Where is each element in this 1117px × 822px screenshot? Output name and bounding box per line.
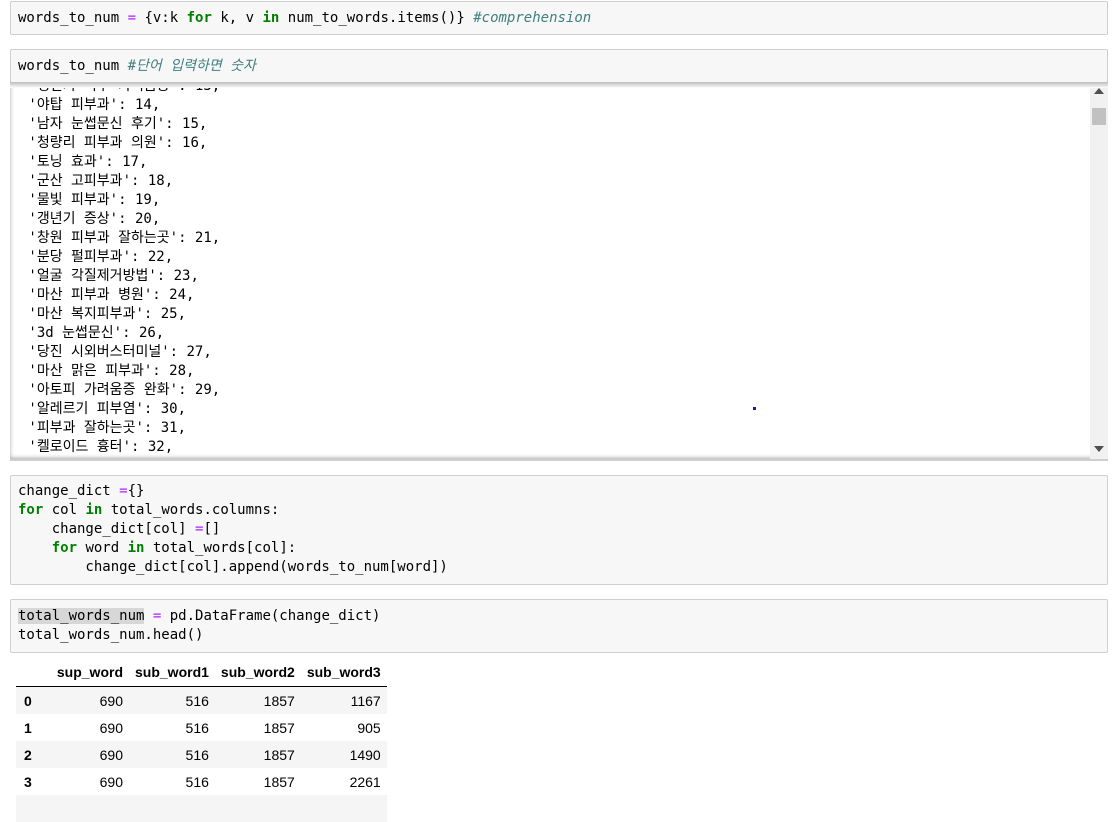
table-cell: 1490 — [349, 746, 381, 763]
table-row: 0 690 516 1857 1167 — [16, 686, 387, 714]
table-cell: 690 — [99, 773, 123, 790]
output-top-shadow — [10, 82, 1108, 88]
row-index: 1 — [24, 719, 32, 736]
table-row: 3 690 516 1857 2261 — [16, 768, 387, 795]
table-cell: 690 — [99, 719, 123, 736]
table-cell: 1857 — [263, 773, 295, 790]
code-line: words_to_num #단어 입력하면 숫자 — [18, 58, 256, 74]
cell-output-scroll-area[interactable]: '갱년기 피부 가려움증': 13, '야탑 피부과': 14, '남자 눈썹문… — [10, 84, 1108, 460]
table-cell: 1857 — [263, 719, 295, 736]
table-cell: 516 — [185, 773, 209, 790]
table-cell: 905 — [357, 719, 381, 736]
table-cell: 1167 — [350, 692, 381, 709]
table-row: 2 690 516 1857 1490 — [16, 741, 387, 768]
column-header: sup_word — [44, 658, 129, 687]
code-cell-dataframe[interactable]: total_words_num = pd.DataFrame(change_di… — [10, 599, 1108, 653]
table-cell: 2261 — [349, 773, 381, 790]
vertical-scrollbar[interactable] — [1090, 84, 1108, 460]
code-line: change_dict[col].append(words_to_num[wor… — [18, 559, 448, 575]
output-line: '군산 고피부과': 18, — [20, 173, 174, 189]
code-line: change_dict[col] =[] — [18, 521, 221, 537]
code-line: for word in total_words[col]: — [18, 540, 297, 556]
code-line: words_to_num = {v:k for k, v in num_to_w… — [18, 10, 592, 26]
table-cell: 516 — [185, 719, 209, 736]
index-header — [16, 658, 44, 687]
output-line: '알레르기 피부염': 30, — [20, 401, 187, 417]
scroll-up-arrow-icon[interactable] — [1094, 88, 1104, 94]
dataframe-table: sup_word sub_word1 sub_word2 sub_word3 0… — [16, 658, 387, 822]
code-cell-change-dict[interactable]: change_dict ={} for col in total_words.c… — [10, 475, 1108, 585]
code-line: change_dict ={} — [18, 483, 145, 499]
table-row-partial — [16, 795, 387, 822]
output-line: '마산 복지피부과': 25, — [20, 306, 187, 322]
code-cell-words-to-num[interactable]: words_to_num #단어 입력하면 숫자 — [10, 49, 1108, 83]
output-text: '갱년기 피부 가려움증': 13, '야탑 피부과': 14, '남자 눈썹문… — [20, 84, 220, 457]
output-divider — [10, 459, 1108, 461]
output-line: '켈로이드 흉터': 32, — [20, 439, 174, 455]
row-index: 3 — [24, 773, 32, 790]
output-line: '마산 맑은 피부과': 28, — [20, 363, 195, 379]
output-line: '남자 눈썹문신 후기': 15, — [20, 116, 208, 132]
table-row: 1 690 516 1857 905 — [16, 714, 387, 741]
output-line: '얼굴 각질제거방법': 23, — [20, 268, 199, 284]
table-cell: 690 — [99, 746, 123, 763]
output-line: '당진 시외버스터미널': 27, — [20, 344, 212, 360]
output-line: '마산 피부과 병원': 24, — [20, 287, 195, 303]
code-line: for col in total_words.columns: — [18, 502, 280, 518]
code-cell-comprehension[interactable]: words_to_num = {v:k for k, v in num_to_w… — [10, 1, 1108, 35]
output-line: '물빛 피부과': 19, — [20, 192, 161, 208]
cursor-dot — [753, 407, 756, 410]
output-line: '3d 눈썹문신': 26, — [20, 325, 165, 341]
output-line: '토닝 효과': 17, — [20, 154, 148, 170]
scrollbar-thumb[interactable] — [1092, 108, 1106, 125]
row-index: 2 — [24, 746, 32, 763]
table-cell: 1857 — [263, 692, 295, 709]
column-header: sub_word1 — [129, 658, 215, 687]
code-line: total_words_num = pd.DataFrame(change_di… — [18, 608, 381, 624]
table-cell: 1857 — [263, 746, 295, 763]
table-cell: 516 — [185, 692, 209, 709]
row-index: 0 — [24, 692, 32, 709]
output-line: '피부과 잘하는곳': 31, — [20, 420, 187, 436]
scroll-down-arrow-icon[interactable] — [1094, 446, 1104, 452]
output-line: '아토피 가려움증 완화': 29, — [20, 382, 221, 398]
table-header-row: sup_word sub_word1 sub_word2 sub_word3 — [16, 658, 387, 687]
code-line: total_words_num.head() — [18, 627, 204, 643]
column-header: sub_word2 — [214, 658, 301, 687]
output-line: '갱년기 증상': 20, — [20, 211, 161, 227]
table-cell: 516 — [185, 746, 209, 763]
output-line: '청량리 피부과 의원': 16, — [20, 135, 208, 151]
table-cell: 690 — [99, 692, 123, 709]
output-line: '분당 펄피부과': 22, — [20, 249, 174, 265]
output-line: '창원 피부과 잘하는곳': 21, — [20, 230, 221, 246]
column-header: sub_word3 — [300, 658, 387, 687]
output-line: '야탑 피부과': 14, — [20, 97, 161, 113]
